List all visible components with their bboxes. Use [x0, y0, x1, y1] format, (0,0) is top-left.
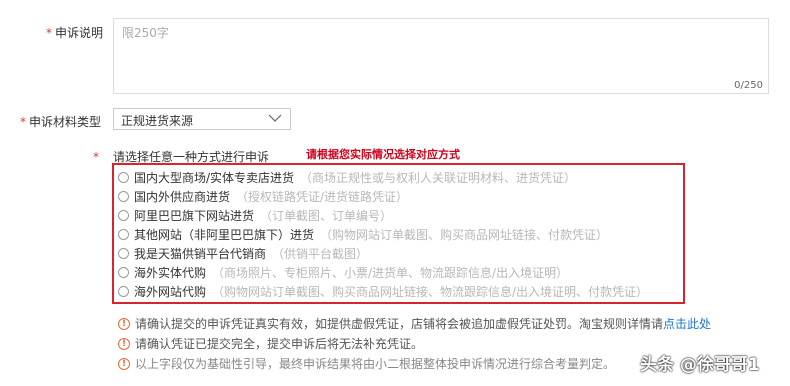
notice-text: 以上字段仅为基础性引导，最终申诉结果将由小二根据整体投申诉情况进行综合考量判定。: [135, 357, 616, 371]
watermark: 头条 @徐哥哥1: [640, 355, 760, 375]
material-type-label: * 申诉材料类型: [20, 115, 102, 129]
radio-button[interactable]: [118, 209, 129, 221]
option-description: （购物网站订单截图、购买商品网址链接、付款凭证）: [320, 227, 609, 242]
option-label: 其他网站（非阿里巴巴旗下）进货: [134, 227, 315, 242]
option-description: （商场照片、专柜照片、小票/进货单、物流跟踪信息/出入境证明）: [212, 265, 569, 280]
option-label: 我是天猫供销平台代销商: [134, 246, 267, 261]
reason-label: * 申诉说明: [46, 26, 104, 40]
option-row[interactable]: 国内外供应商进货 （授权链路凭证/进货链路凭证）: [118, 187, 408, 205]
top-edge: [0, 0, 790, 6]
required-mark: *: [93, 150, 99, 164]
notice-item: ! 请确认提交的申诉凭证真实有效，如提供虚假凭证，店铺将会被追加虚假凭证处罚。淘…: [118, 315, 711, 332]
option-row[interactable]: 国内大型商场/实体专卖店进货 （商场正规性或与权利人关联证明材料、进货凭证）: [118, 168, 576, 186]
option-row[interactable]: 阿里巴巴旗下网站进货 （订单截图、订单编号）: [118, 206, 392, 224]
material-type-value: 正规进货来源: [121, 114, 194, 128]
radio-button[interactable]: [118, 190, 129, 202]
notice-item: ! 以上字段仅为基础性引导，最终申诉结果将由小二根据整体投申诉情况进行综合考量判…: [118, 355, 615, 372]
option-description: （供销平台截图）: [272, 246, 369, 261]
warning-icon: !: [118, 357, 130, 370]
option-row[interactable]: 其他网站（非阿里巴巴旗下）进货 （购物网站订单截图、购买商品网址链接、付款凭证）: [118, 225, 608, 243]
radio-button[interactable]: [118, 285, 129, 297]
warning-icon: !: [118, 337, 130, 350]
required-mark: *: [46, 26, 52, 40]
required-mark: *: [20, 115, 26, 129]
warning-icon: !: [118, 317, 130, 330]
click-here-link[interactable]: 点击此处: [663, 315, 711, 332]
option-label: 海外实体代购: [134, 265, 207, 280]
option-description: （订单截图、订单编号）: [260, 208, 393, 223]
notice-item: ! 请确认凭证已提交完全，提交申诉后将无法补充凭证。: [118, 335, 423, 352]
radio-button[interactable]: [118, 228, 129, 240]
radio-button[interactable]: [118, 247, 129, 259]
radio-button[interactable]: [118, 266, 129, 278]
material-type-select[interactable]: 正规进货来源: [113, 108, 291, 130]
option-label: 海外网站代购: [134, 284, 207, 299]
reason-textarea[interactable]: 限250字 0/250: [113, 18, 769, 94]
red-hint: 请根据您实际情况选择对应方式: [306, 148, 460, 161]
option-row[interactable]: 海外实体代购 （商场照片、专柜照片、小票/进货单、物流跟踪信息/出入境证明）: [118, 263, 568, 281]
char-counter: 0/250: [734, 80, 763, 91]
chevron-down-icon: [268, 114, 282, 122]
option-description: （授权链路凭证/进货链路凭证）: [236, 189, 409, 204]
option-label: 国内外供应商进货: [134, 189, 231, 204]
radio-button[interactable]: [118, 171, 129, 183]
option-row[interactable]: 我是天猫供销平台代销商 （供销平台截图）: [118, 244, 368, 262]
option-label: 国内大型商场/实体专卖店进货: [134, 170, 295, 185]
option-label: 阿里巴巴旗下网站进货: [134, 208, 255, 223]
notice-text: 请确认凭证已提交完全，提交申诉后将无法补充凭证。: [135, 337, 424, 351]
reason-placeholder: 限250字: [122, 26, 169, 40]
option-description: （商场正规性或与权利人关联证明材料、进货凭证）: [300, 170, 577, 185]
option-row[interactable]: 海外网站代购 （购物网站订单截图、购买商品网址链接、物流跟踪信息/出入境证明、付…: [118, 282, 648, 300]
notice-text: 请确认提交的申诉凭证真实有效，如提供虚假凭证，店铺将会被追加虚假凭证处罚。淘宝规…: [135, 317, 664, 331]
option-description: （购物网站订单截图、购买商品网址链接、物流跟踪信息/出入境证明、付款凭证）: [212, 284, 649, 299]
